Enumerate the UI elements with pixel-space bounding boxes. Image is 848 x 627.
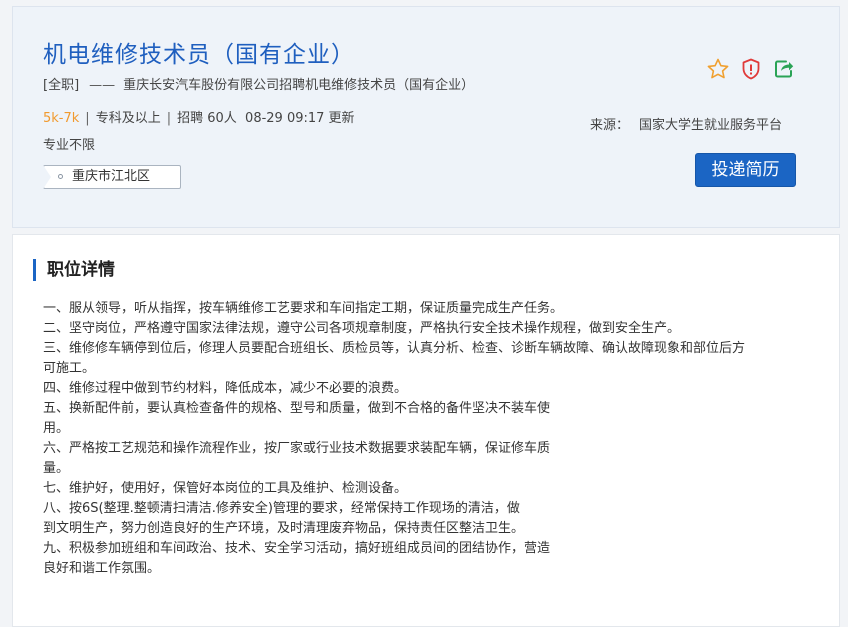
description-line: 七、维护好，使用好，保管好本岗位的工具及维护、检测设备。 xyxy=(43,481,408,496)
description-line: 二、坚守岗位，严格遵守国家法律法规，遵守公司各项规章制度，严格执行安全技术操作规… xyxy=(43,321,681,336)
dash-separator: —— xyxy=(89,78,116,93)
description-line: 四、维修过程中做到节约材料，降低成本，减少不必要的浪费。 xyxy=(43,381,408,396)
shield-alert-icon[interactable] xyxy=(739,57,763,81)
job-subtitle: [全职] —— 重庆长安汽车股份有限公司招聘机电维修技术员（国有企业） xyxy=(43,74,474,93)
location-label: 重庆市江北区 xyxy=(72,169,151,184)
company-line: 重庆长安汽车股份有限公司招聘机电维修技术员（国有企业） xyxy=(123,78,475,93)
tag-hole-icon xyxy=(58,174,63,179)
description-line: 九、积极参加班组和车间政治、技术、安全学习活动，搞好班组成员间的团结协作，营造 xyxy=(43,541,551,556)
description-line: 八、按6S(整理.整顿清扫清洁.修养安全)管理的要求，经常保持工作现场的清洁，做 xyxy=(43,501,520,516)
source-label: 来源： xyxy=(590,118,630,133)
star-icon[interactable] xyxy=(706,57,730,81)
major-requirement: 专业不限 xyxy=(43,138,96,153)
headcount: 招聘 60人 xyxy=(177,111,237,126)
education: 专科及以上 xyxy=(95,111,161,126)
job-meta: 5k-7k | 专科及以上 | 招聘 60人 08-29 09:17 更新 xyxy=(43,107,355,126)
work-type: [全职] xyxy=(43,78,80,93)
description-line: 三、维修修车辆停到位后，修理人员要配合班组长、质检员等，认真分析、检查、诊断车辆… xyxy=(43,341,746,356)
description-line: 量。 xyxy=(43,461,70,476)
meta-separator: | xyxy=(166,111,172,126)
source-info: 来源： 国家大学生就业服务平台 xyxy=(590,114,782,133)
location-tag[interactable]: 重庆市江北区 xyxy=(43,165,181,189)
salary: 5k-7k xyxy=(43,111,80,126)
description-line: 可施工。 xyxy=(43,361,96,376)
job-detail-card: 职位详情 一、服从领导，听从指挥，按车辆维修工艺要求和车间指定工期，保证质量完成… xyxy=(12,234,840,627)
description-line: 用。 xyxy=(43,421,70,436)
description-line: 五、换新配件前，要认真检查备件的规格、型号和质量，做到不合格的备件坚决不装车使 xyxy=(43,401,551,416)
updated-time: 08-29 09:17 更新 xyxy=(245,111,355,126)
description-line: 六、严格按工艺规范和操作流程作业，按厂家或行业技术数据要求装配车辆，保证修车质 xyxy=(43,441,551,456)
section-title: 职位详情 xyxy=(33,259,115,281)
job-title: 机电维修技术员（国有企业） xyxy=(43,42,355,68)
meta-separator: | xyxy=(85,111,90,126)
source-value: 国家大学生就业服务平台 xyxy=(639,118,783,133)
apply-resume-button[interactable]: 投递简历 xyxy=(695,153,796,187)
description-line: 到文明生产，努力创造良好的生产环境，及时清理废弃物品，保持责任区整洁卫生。 xyxy=(43,521,525,536)
job-header-card: 机电维修技术员（国有企业） [全职] —— 重庆长安汽车股份有限公司招聘机电维修技术… xyxy=(12,6,840,228)
share-icon[interactable] xyxy=(772,57,796,81)
description-line: 一、服从领导，听从指挥，按车辆维修工艺要求和车间指定工期，保证质量完成生产任务。 xyxy=(43,301,564,316)
action-icons xyxy=(706,57,796,83)
description-line: 良好和谐工作氛围。 xyxy=(43,561,161,576)
job-description: 一、服从领导，听从指挥，按车辆维修工艺要求和车间指定工期，保证质量完成生产任务。… xyxy=(43,299,813,579)
